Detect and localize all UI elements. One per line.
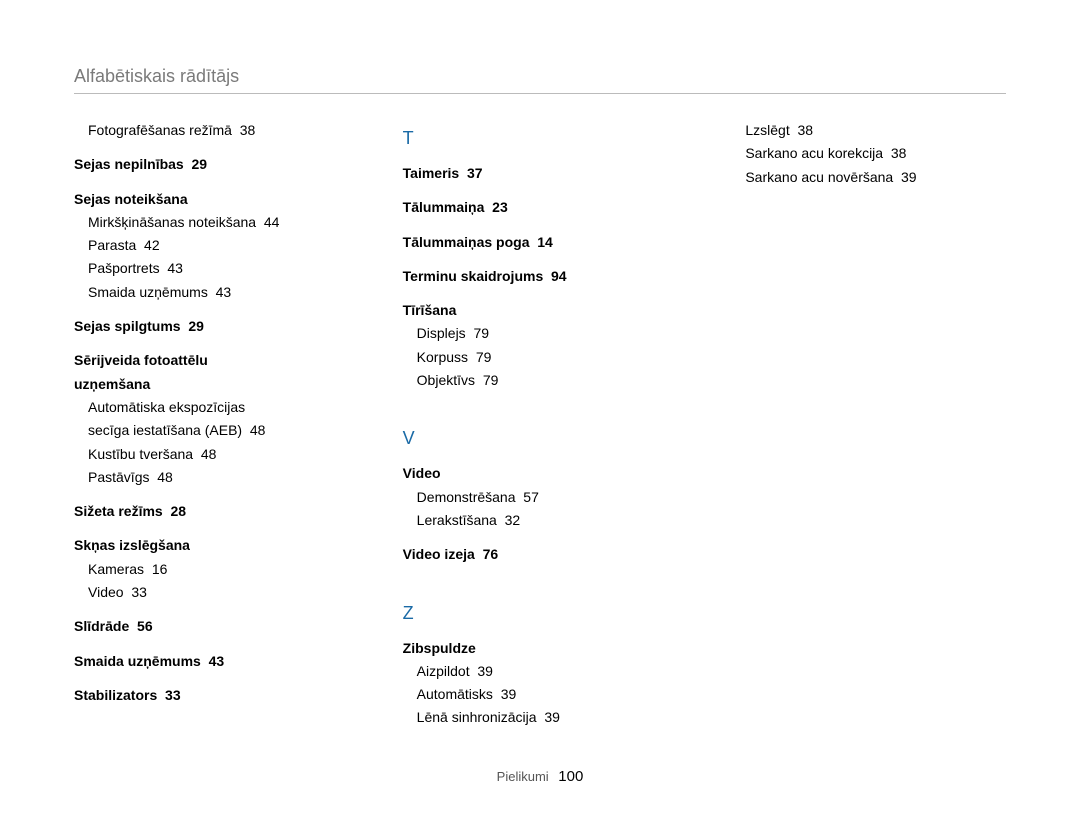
page-number: 100 [558,768,583,785]
index-entry[interactable]: Taimeris 37 [403,163,692,183]
index-entry[interactable]: uzņemšana [74,374,363,394]
page-header: Alfabētiskais rādītājs [74,66,1006,94]
index-sub-entry[interactable]: Automātisks 39 [417,684,692,704]
index-entry[interactable]: Sejas noteikšana [74,189,363,209]
index-entry[interactable]: Tālummaiņa 23 [403,197,692,217]
index-sub-entry[interactable]: Lēnā sinhronizācija 39 [417,707,692,727]
index-entry[interactable]: Tīrīšana [403,300,692,320]
index-entry[interactable]: Smaida uzņēmums 43 [74,651,363,671]
index-sub-entry[interactable]: Automātiska ekspozīcijas [88,397,363,417]
index-entry[interactable]: Terminu skaidrojums 94 [403,266,692,286]
index-sub-entry[interactable]: Kameras 16 [88,559,363,579]
index-sub-entry[interactable]: secīga iestatīšana (AEB) 48 [88,420,363,440]
page-footer: Pielikumi 100 [0,768,1080,785]
index-sub-entry[interactable]: Video 33 [88,582,363,602]
index-sub-entry[interactable]: Lzslēgt 38 [745,120,1020,140]
index-entry[interactable]: Sejas nepilnības 29 [74,154,363,174]
index-entry[interactable]: Tālummaiņas poga 14 [403,232,692,252]
letter-heading-v: V [403,428,692,449]
index-sub-entry[interactable]: Kustību tveršana 48 [88,444,363,464]
letter-heading-z: Z [403,603,692,624]
index-sub-entry[interactable]: Pastāvīgs 48 [88,467,363,487]
footer-section: Pielikumi [497,769,549,784]
index-entry[interactable]: Sērijveida fotoattēlu [74,350,363,370]
index-entry[interactable]: Sižeta režīms 28 [74,501,363,521]
index-entry[interactable]: Zibspuldze [403,638,692,658]
index-entry[interactable]: Skņas izslēgšana [74,535,363,555]
index-sub-entry[interactable]: Fotografēšanas režīmā 38 [88,120,363,140]
index-sub-entry[interactable]: Aizpildot 39 [417,661,692,681]
index-sub-entry[interactable]: Demonstrēšana 57 [417,487,692,507]
index-sub-entry[interactable]: Sarkano acu novēršana 39 [745,167,1020,187]
index-sub-entry[interactable]: Displejs 79 [417,323,692,343]
index-columns: Fotografēšanas režīmā 38 Sejas nepilnība… [74,120,1020,731]
page-title: Alfabētiskais rādītājs [74,66,239,86]
column-1: Fotografēšanas režīmā 38 Sejas nepilnība… [74,120,363,731]
column-2: T Taimeris 37 Tālummaiņa 23 Tālummaiņas … [403,120,692,731]
letter-heading-t: T [403,128,692,149]
index-sub-entry[interactable]: Mirkšķināšanas noteikšana 44 [88,212,363,232]
index-sub-entry[interactable]: Smaida uzņēmums 43 [88,282,363,302]
index-entry[interactable]: Video [403,463,692,483]
index-sub-entry[interactable]: Lerakstīšana 32 [417,510,692,530]
index-sub-entry[interactable]: Objektīvs 79 [417,370,692,390]
column-3: Lzslēgt 38 Sarkano acu korekcija 38 Sark… [731,120,1020,731]
index-entry[interactable]: Slīdrāde 56 [74,616,363,636]
index-sub-entry[interactable]: Korpuss 79 [417,347,692,367]
index-entry[interactable]: Stabilizators 33 [74,685,363,705]
index-entry[interactable]: Video izeja 76 [403,544,692,564]
index-sub-entry[interactable]: Sarkano acu korekcija 38 [745,143,1020,163]
index-sub-entry[interactable]: Pašportrets 43 [88,258,363,278]
index-sub-entry[interactable]: Parasta 42 [88,235,363,255]
index-entry[interactable]: Sejas spilgtums 29 [74,316,363,336]
